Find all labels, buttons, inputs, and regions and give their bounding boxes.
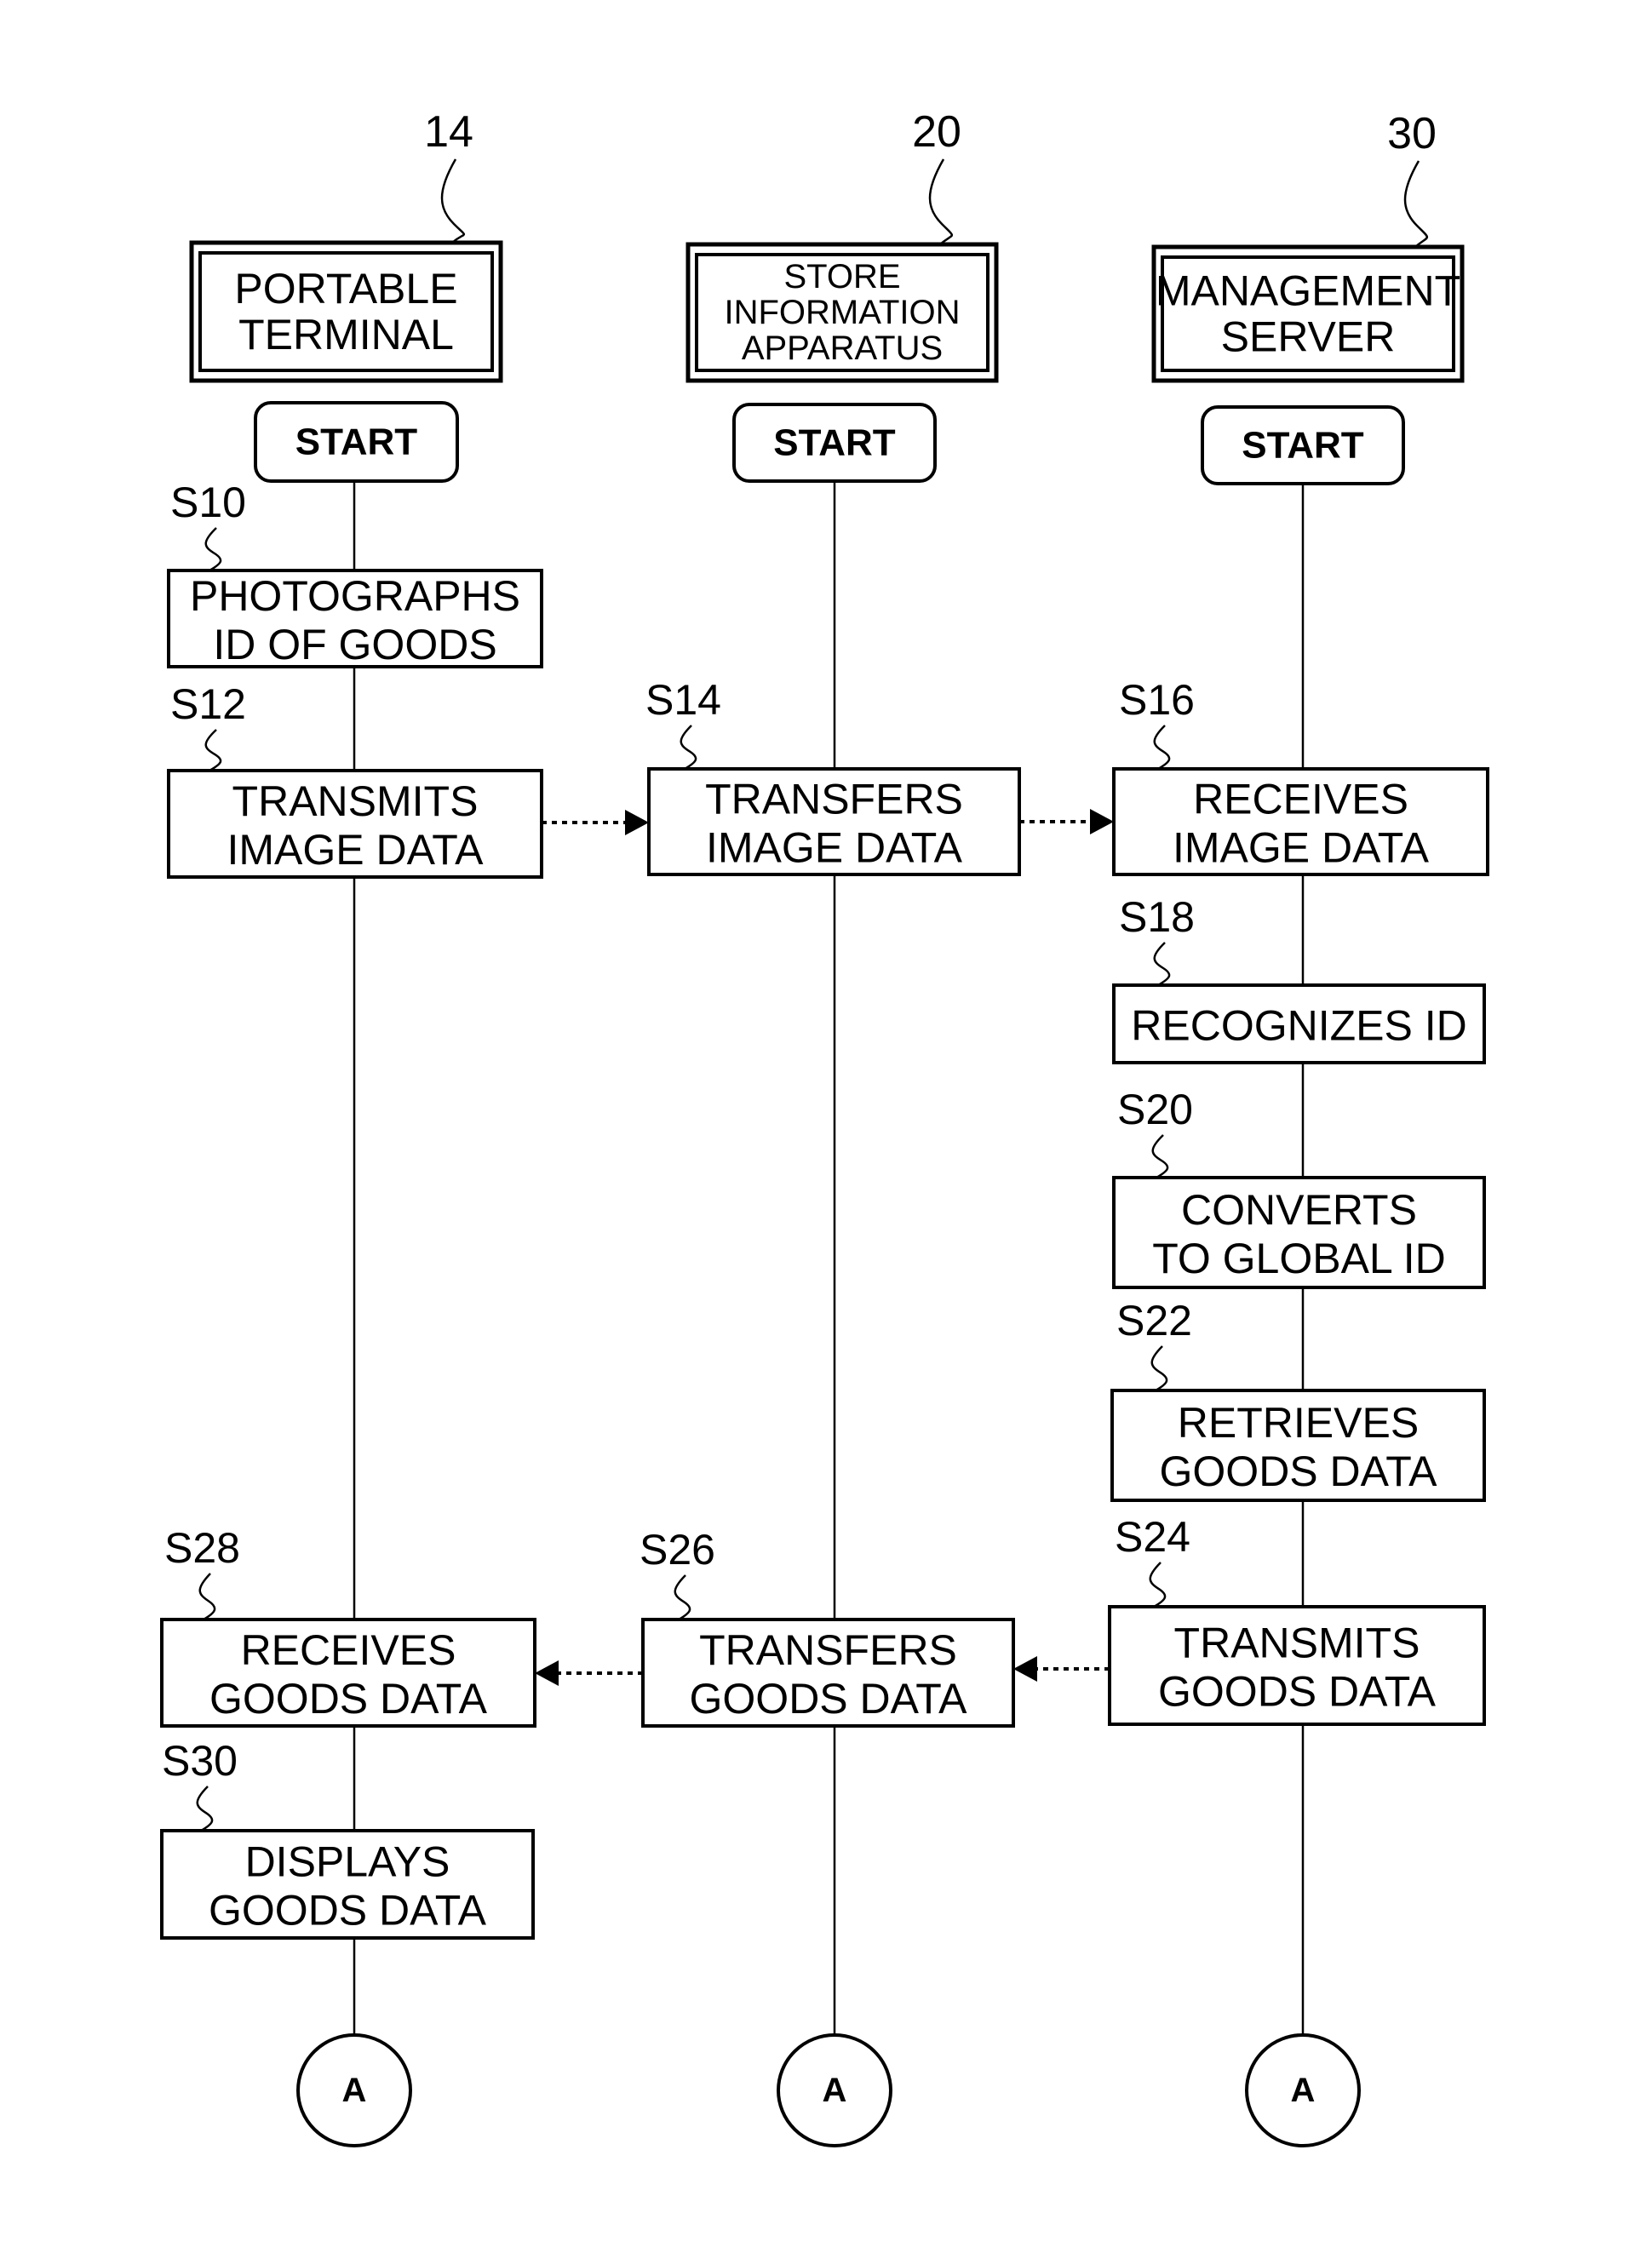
process-label: ID OF GOODS <box>213 621 496 668</box>
process-label: RECOGNIZES ID <box>1131 1002 1466 1050</box>
process-label: RECEIVES <box>1193 776 1408 823</box>
process-label: GOODS DATA <box>1158 1668 1437 1716</box>
reference-number: 14 <box>424 107 473 157</box>
participant-label: SERVER <box>1221 313 1396 361</box>
step-id-label: S20 <box>1117 1086 1193 1133</box>
process-label: GOODS DATA <box>209 1887 487 1935</box>
step-id-label: S22 <box>1116 1297 1192 1344</box>
connector-label: A <box>823 2072 847 2109</box>
reference-leader <box>440 158 465 244</box>
process-label: IMAGE DATA <box>1173 824 1430 872</box>
reference-number: 20 <box>912 107 961 157</box>
step-id-label: S18 <box>1119 893 1195 941</box>
participant-label: STORE <box>783 258 900 295</box>
step-leader <box>204 527 222 572</box>
process-label: IMAGE DATA <box>706 824 963 872</box>
start-label: START <box>1242 425 1364 467</box>
reference-number: 30 <box>1387 109 1437 158</box>
step-id-label: S16 <box>1119 676 1195 724</box>
participant-label: TERMINAL <box>238 311 454 358</box>
step-leader <box>196 1786 214 1832</box>
process-label: GOODS DATA <box>1160 1448 1438 1495</box>
participant-label: PORTABLE <box>234 265 457 312</box>
connector-label: A <box>342 2072 367 2109</box>
process-label: GOODS DATA <box>209 1675 488 1723</box>
process-label: IMAGE DATA <box>227 826 485 874</box>
process-label: TRANSMITS <box>1174 1620 1420 1667</box>
step-leader <box>680 725 697 771</box>
step-leader <box>1150 1345 1168 1392</box>
process-label: DISPLAYS <box>245 1838 450 1886</box>
step-id-label: S26 <box>640 1526 715 1574</box>
step-id-label: S14 <box>645 676 721 724</box>
process-label: CONVERTS <box>1181 1186 1417 1234</box>
step-leader <box>198 1573 216 1621</box>
step-leader <box>1151 1134 1169 1179</box>
start-label: START <box>773 422 896 464</box>
step-id-label: S24 <box>1115 1513 1190 1561</box>
step-leader <box>1149 1562 1167 1608</box>
participant-label: APPARATUS <box>742 330 943 367</box>
sequence-flowchart: PORTABLETERMINAL 14 START A STOREINFORMATION… <box>160 107 1489 2147</box>
process-label: GOODS DATA <box>690 1675 968 1723</box>
step-id-label: S28 <box>164 1524 240 1572</box>
process-label: TRANSMITS <box>232 777 479 825</box>
step-id-label: S12 <box>170 680 246 728</box>
arrow-left-icon <box>535 1660 559 1686</box>
reference-leader <box>928 158 953 245</box>
participant-label: INFORMATION <box>724 294 960 331</box>
process-label: TRANSFERS <box>699 1626 957 1674</box>
arrow-right-icon <box>625 810 649 835</box>
arrow-left-icon <box>1013 1656 1037 1682</box>
step-leader <box>204 729 222 772</box>
step-leader <box>1153 942 1171 987</box>
step-leader <box>674 1574 691 1621</box>
step-id-label: S30 <box>162 1737 238 1785</box>
step-id-label: S10 <box>170 479 246 526</box>
participant-label: MANAGEMENT <box>1156 267 1460 315</box>
process-label: RETRIEVES <box>1178 1399 1419 1447</box>
process-label: TRANSFERS <box>705 776 963 823</box>
process-label: TO GLOBAL ID <box>1152 1235 1446 1282</box>
start-label: START <box>295 421 418 463</box>
connector-label: A <box>1291 2072 1316 2109</box>
reference-leader <box>1403 160 1428 248</box>
process-label: PHOTOGRAPHS <box>190 572 520 620</box>
arrow-right-icon <box>1090 809 1114 834</box>
process-label: RECEIVES <box>241 1626 456 1674</box>
step-leader <box>1153 725 1171 771</box>
